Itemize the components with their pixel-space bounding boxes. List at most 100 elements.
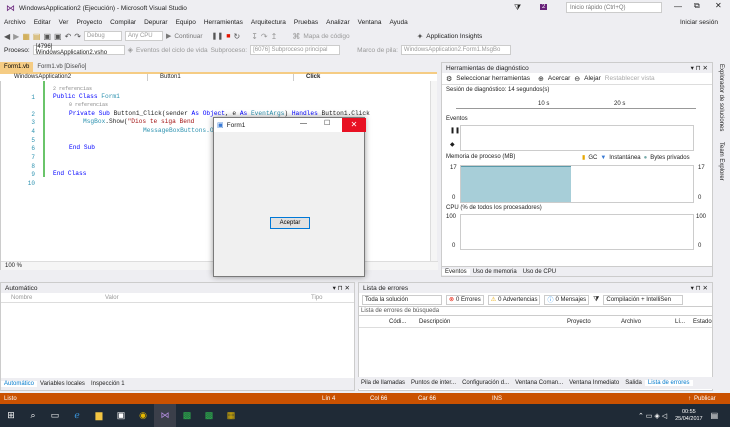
tab-memory-usage[interactable]: Uso de memoria	[470, 269, 520, 275]
scope-select[interactable]: Toda la solución	[362, 294, 442, 305]
step-out-icon[interactable]: ↥	[271, 32, 278, 41]
tab-form1-vb[interactable]: Form1.vb	[0, 62, 34, 72]
nav-project[interactable]: WindowsApplication2	[0, 74, 148, 81]
save-all-icon[interactable]: ▣	[54, 32, 62, 41]
insights-icon[interactable]: ✦	[417, 32, 424, 41]
tab-immediate-window[interactable]: Ventana Inmediato	[566, 380, 622, 386]
lifecycle-icon[interactable]: ◈	[128, 46, 133, 54]
menu-compilar[interactable]: Compilar	[106, 19, 140, 26]
menu-ver[interactable]: Ver	[55, 19, 73, 26]
windows-start-icon[interactable]: ⊞	[0, 404, 22, 427]
col-type[interactable]: Tipo	[311, 295, 322, 301]
error-list-close-icon[interactable]: ▾ ⊓ ✕	[691, 284, 708, 292]
visual-studio-icon[interactable]: ⋈	[154, 404, 176, 427]
edge-icon[interactable]: ℯ	[66, 404, 88, 427]
col-state[interactable]: Estado	[693, 319, 712, 325]
chrome-icon[interactable]: ◉	[132, 404, 154, 427]
zoom-out-button[interactable]: Alejar	[584, 75, 601, 82]
menu-ayuda[interactable]: Ayuda	[385, 19, 411, 26]
side-tab-team-explorer[interactable]: Team Explorer	[718, 142, 724, 181]
config-select[interactable]: Debug	[83, 31, 122, 41]
thread-select[interactable]: [6076] Subproceso principal	[250, 45, 341, 55]
tab-command-window[interactable]: Ventana Coman...	[512, 380, 566, 386]
menu-analizar[interactable]: Analizar	[322, 19, 353, 26]
codemap-button[interactable]: Mapa de código	[303, 33, 349, 40]
codemap-icon[interactable]: ⌘	[292, 32, 300, 41]
col-project[interactable]: Proyecto	[567, 319, 621, 325]
memory-graph[interactable]	[460, 165, 694, 203]
file-explorer-icon[interactable]: ▆	[88, 404, 110, 427]
form1-maximize-button[interactable]: ☐	[324, 119, 330, 127]
open-icon[interactable]: ▤	[33, 32, 41, 41]
warnings-filter[interactable]: ⚠ 0 Advertencias	[487, 294, 541, 305]
gear-icon[interactable]: ⚙	[446, 75, 452, 83]
form1-minimize-button[interactable]: —	[300, 120, 307, 127]
codelens-refs[interactable]: 0 referencias	[69, 102, 108, 108]
close-button[interactable]: ✕	[715, 1, 722, 10]
col-code[interactable]: Códi...	[359, 319, 415, 325]
col-value[interactable]: Valor	[105, 295, 311, 301]
back-icon[interactable]: ◀	[4, 32, 10, 41]
stop-icon[interactable]: ■	[226, 33, 230, 40]
forward-icon[interactable]: ▶	[13, 32, 19, 41]
codelens-refs[interactable]: 2 referencias	[53, 86, 92, 92]
reset-view-button[interactable]: Restablecer vista	[605, 75, 655, 82]
col-file[interactable]: Archivo	[621, 319, 675, 325]
stack-select[interactable]: WindowsApplication2.Form1.MsgBo	[400, 45, 511, 55]
events-track[interactable]	[460, 125, 694, 151]
menu-herramientas[interactable]: Herramientas	[200, 19, 247, 26]
continue-icon[interactable]: ▶	[166, 32, 171, 40]
col-name[interactable]: Nombre	[1, 295, 105, 301]
editor-vscrollbar[interactable]	[430, 81, 437, 261]
timeline-ruler[interactable]: 10 s 20 s	[456, 101, 696, 109]
col-line[interactable]: Lí...	[675, 319, 693, 325]
insights-button[interactable]: Application Insights	[426, 33, 482, 40]
step-into-icon[interactable]: ↧	[251, 32, 258, 41]
step-over-icon[interactable]: ↷	[261, 32, 268, 41]
search-icon[interactable]: ⌕	[22, 404, 44, 427]
zoom-in-button[interactable]: Acercar	[548, 75, 570, 82]
continue-button[interactable]: Continuar	[174, 33, 202, 40]
build-select[interactable]: Compilación + IntelliSen	[603, 294, 684, 305]
tab-form1-designer[interactable]: Form1.vb [Diseño]	[33, 62, 90, 72]
publish-button[interactable]: Publicar	[694, 396, 716, 402]
signin-link[interactable]: Iniciar sesión	[676, 19, 722, 26]
select-tools-button[interactable]: Seleccionar herramientas	[456, 75, 530, 82]
system-tray-icons[interactable]: ⌃ ▭ ◈ ◁	[638, 412, 667, 420]
tab-error-list[interactable]: Lista de errores	[644, 380, 693, 386]
quick-launch[interactable]: Inicio rápido (Ctrl+Q)	[566, 2, 662, 13]
restart-icon[interactable]: ↻	[234, 32, 241, 41]
error-search-input[interactable]: Lista de errores de búsqueda	[359, 306, 712, 316]
task-view-icon[interactable]: ▭	[44, 404, 66, 427]
save-icon[interactable]: ▣	[43, 32, 51, 41]
errors-filter[interactable]: ⊗ 0 Errores	[446, 294, 484, 305]
zoom-in-icon[interactable]: ⊕	[538, 75, 544, 83]
platform-select[interactable]: Any CPU	[124, 31, 163, 41]
diag-close-icon[interactable]: ▾ ⊓ ✕	[691, 64, 708, 72]
menu-ventana[interactable]: Ventana	[354, 19, 386, 26]
menu-proyecto[interactable]: Proyecto	[72, 19, 106, 26]
tab-output[interactable]: Salida	[622, 380, 645, 386]
menu-archivo[interactable]: Archivo	[0, 19, 30, 26]
menu-depurar[interactable]: Depurar	[140, 19, 171, 26]
new-project-icon[interactable]: ▦	[22, 32, 30, 41]
autos-close-icon[interactable]: ▾ ⊓ ✕	[333, 284, 350, 292]
tab-breakpoints[interactable]: Puntos de inter...	[408, 380, 459, 386]
zoom-level[interactable]: 100 %	[1, 263, 22, 269]
tab-events[interactable]: Eventos	[442, 268, 470, 275]
nav-event[interactable]: Click	[294, 74, 320, 81]
menu-pruebas[interactable]: Pruebas	[290, 19, 322, 26]
notification-center-icon[interactable]: ▤	[711, 411, 719, 420]
camtasia-icon[interactable]: ▩	[176, 404, 198, 427]
cpu-graph[interactable]	[460, 214, 694, 250]
maximize-button[interactable]: ⧉	[694, 1, 700, 11]
col-description[interactable]: Descripción	[415, 319, 567, 325]
menu-arquitectura[interactable]: Arquitectura	[247, 19, 290, 26]
clock[interactable]: 00:55 25/04/2017	[675, 409, 703, 423]
publish-icon[interactable]: ↑	[688, 396, 691, 402]
lifecycle-button[interactable]: Eventos del ciclo de vida	[136, 47, 208, 54]
notification-badge[interactable]: 2	[540, 4, 548, 10]
form1-app-icon[interactable]: ▦	[220, 404, 242, 427]
tab-call-stack[interactable]: Pila de llamadas	[358, 380, 408, 386]
tab-autos[interactable]: Automático	[1, 381, 38, 387]
